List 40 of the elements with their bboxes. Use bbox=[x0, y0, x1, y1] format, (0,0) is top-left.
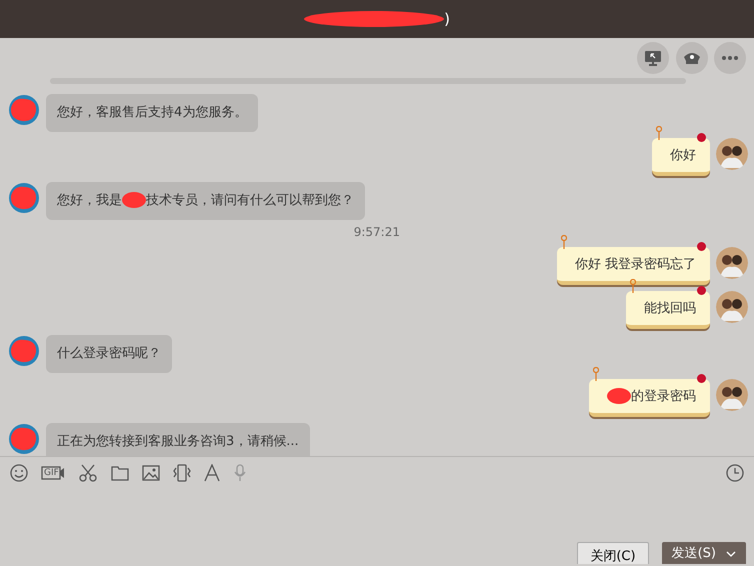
font-icon[interactable] bbox=[204, 464, 220, 482]
bead-icon bbox=[697, 133, 706, 142]
avatar bbox=[8, 94, 40, 126]
pin-icon bbox=[630, 279, 636, 293]
redaction-mark bbox=[122, 192, 146, 208]
more-button[interactable] bbox=[714, 42, 746, 74]
avatar bbox=[716, 138, 748, 170]
message-bubble: 正在为您转接到客服业务咨询3，请稍候... bbox=[46, 423, 310, 456]
service-button[interactable] bbox=[676, 42, 708, 74]
cap-icon bbox=[682, 51, 700, 65]
pin-icon bbox=[593, 367, 599, 381]
vibrate-icon[interactable] bbox=[173, 464, 191, 482]
emoji-icon[interactable] bbox=[10, 464, 28, 482]
gif-label: GIF bbox=[44, 466, 59, 478]
send-button[interactable]: 发送(S) bbox=[662, 542, 746, 564]
image-icon[interactable] bbox=[142, 464, 160, 480]
screen-share-button[interactable] bbox=[637, 42, 669, 74]
avatar bbox=[716, 247, 748, 279]
avatar bbox=[8, 423, 40, 455]
pin-icon bbox=[560, 235, 567, 249]
message-bubble: 您好，我是 技术专员，请问有什么可以帮到您？ bbox=[46, 182, 365, 220]
window-title: ) bbox=[444, 8, 450, 30]
bead-icon bbox=[697, 374, 706, 383]
bead-icon bbox=[697, 242, 706, 251]
avatar bbox=[716, 379, 748, 411]
avatar bbox=[8, 335, 40, 367]
message-bubble: 什么登录密码呢？ bbox=[46, 335, 172, 373]
clock-icon[interactable] bbox=[726, 464, 744, 482]
timestamp: 9:57:21 bbox=[354, 225, 400, 239]
monitor-icon bbox=[645, 50, 661, 66]
scissors-icon[interactable] bbox=[78, 464, 98, 482]
pin-icon bbox=[656, 126, 662, 140]
avatar bbox=[716, 291, 748, 323]
bead-icon bbox=[697, 286, 706, 295]
folder-icon[interactable] bbox=[111, 464, 129, 480]
close-button[interactable]: 关闭(C) bbox=[577, 542, 649, 564]
more-icon bbox=[722, 56, 738, 60]
avatar bbox=[8, 182, 40, 214]
message-bubble: 您好，客服售后支持4为您服务。 bbox=[46, 94, 258, 132]
redaction-mark bbox=[607, 388, 631, 404]
